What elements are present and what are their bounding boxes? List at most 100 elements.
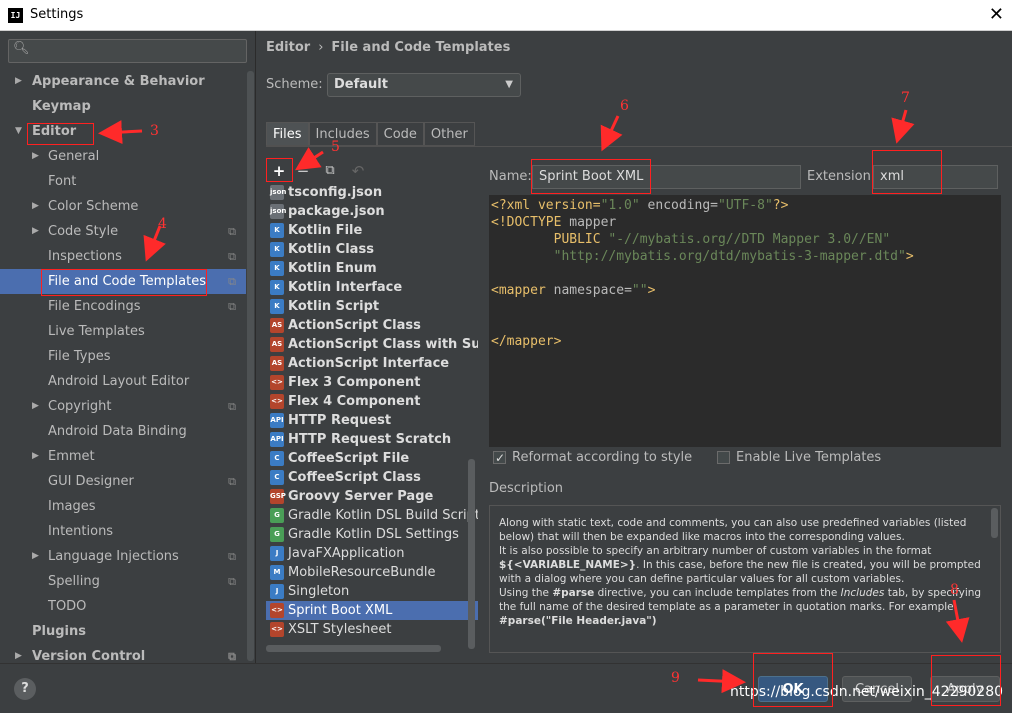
template-list-item[interactable]: json package.json [266,202,478,221]
chevron-right-icon[interactable]: ▶ [32,394,39,419]
file-type-icon: API [270,432,284,447]
template-list-item[interactable]: K Kotlin Class [266,240,478,259]
desc-text: It is also possible to specify an arbitr… [499,545,932,557]
template-list-item[interactable]: K Kotlin File [266,221,478,240]
chevron-right-icon[interactable]: ▶ [32,444,39,469]
code-token: </mapper> [491,334,562,349]
chevron-down-icon[interactable]: ▼ [15,119,22,144]
chevron-right-icon[interactable]: ▶ [15,69,22,94]
file-type-icon: <> [270,603,284,618]
code-token: <mapper [491,283,554,298]
scheme-select[interactable]: Default ▼ [327,73,521,97]
template-list-item[interactable]: C CoffeeScript File [266,449,478,468]
template-list-item[interactable]: G Gradle Kotlin DSL Build Script [266,506,478,525]
sidebar-item-images[interactable]: Images [0,494,246,519]
template-list-item[interactable]: <> Sprint Boot XML [266,601,478,620]
tab-files[interactable]: Files [266,122,309,145]
sidebar-item-general[interactable]: ▶ General [0,144,246,169]
annotation-number-9: 9 [671,670,680,686]
code-token: > [647,283,656,298]
sidebar-item-spelling[interactable]: Spelling ⧉ [0,569,246,594]
close-icon[interactable]: ✕ [989,4,1004,25]
desc-text: Using the [499,587,553,599]
sidebar-item-file-types[interactable]: File Types [0,344,246,369]
sidebar-item-inspections[interactable]: Inspections ⧉ [0,244,246,269]
template-list-item[interactable]: <> XSLT Stylesheet [266,620,478,639]
remove-template-button[interactable]: − [291,159,315,183]
tab-code[interactable]: Code [376,122,424,145]
template-code-editor[interactable]: <?xml version="1.0" encoding="UTF-8"?> <… [489,195,1001,447]
template-label: Sprint Boot XML [288,603,393,618]
chevron-right-icon[interactable]: ▶ [32,194,39,219]
breadcrumb-separator: › [318,40,324,55]
template-list-item[interactable]: G Gradle Kotlin DSL Settings [266,525,478,544]
sidebar-item-copyright[interactable]: ▶ Copyright ⧉ [0,394,246,419]
description-panel: Along with static text, code and comment… [489,505,1001,653]
sidebar-item-live-templates[interactable]: Live Templates [0,319,246,344]
sidebar-item-font[interactable]: Font [0,169,246,194]
sidebar-item-appearance-behavior[interactable]: ▶ Appearance & Behavior [0,69,246,94]
sidebar-item-keymap[interactable]: Keymap [0,94,246,119]
live-templates-option[interactable]: Enable Live Templates [717,449,881,467]
file-type-icon: K [270,280,284,295]
template-label: Kotlin Interface [288,280,403,295]
template-list-item[interactable]: GSP Groovy Server Page [266,487,478,506]
template-list-item[interactable]: API HTTP Request Scratch [266,430,478,449]
template-list-item[interactable]: AS ActionScript Class with Supers [266,335,478,354]
code-token: "" [631,283,648,298]
sidebar-item-android-data-binding[interactable]: Android Data Binding [0,419,246,444]
template-list-vscroll[interactable] [468,459,475,649]
chevron-right-icon[interactable]: ▶ [32,544,39,569]
live-templates-checkbox[interactable] [717,451,730,464]
annotation-box-templates [41,269,207,296]
sidebar-item-code-style[interactable]: ▶ Code Style ⧉ [0,219,246,244]
annotation-number-8: 8 [950,582,959,598]
template-list-item[interactable]: K Kotlin Interface [266,278,478,297]
chevron-right-icon[interactable]: ▶ [32,144,39,169]
template-label: ActionScript Interface [288,356,450,371]
template-list-item[interactable]: <> Flex 4 Component [266,392,478,411]
copy-template-button[interactable]: ⧉ [318,159,342,183]
reformat-option[interactable]: Reformat according to style [493,449,692,467]
description-scrollbar[interactable] [991,508,998,538]
sidebar-item-language-injections[interactable]: ▶ Language Injections ⧉ [0,544,246,569]
sidebar-item-color-scheme[interactable]: ▶ Color Scheme [0,194,246,219]
file-type-icon: K [270,261,284,276]
sidebar-scrollbar[interactable] [247,71,254,661]
sidebar-item-label: Inspections [48,249,122,264]
sidebar-item-emmet[interactable]: ▶ Emmet [0,444,246,469]
template-list-item[interactable]: API HTTP Request [266,411,478,430]
template-list-item[interactable]: K Kotlin Script [266,297,478,316]
sidebar-item-label: Copyright [48,399,112,414]
reset-template-button[interactable]: ↶ [346,159,370,183]
annotation-box-add [266,158,293,182]
sidebar-item-android-layout-editor[interactable]: Android Layout Editor [0,369,246,394]
template-list-item[interactable]: AS ActionScript Interface [266,354,478,373]
template-list-item[interactable]: C CoffeeScript Class [266,468,478,487]
tab-includes[interactable]: Includes [308,122,377,145]
reformat-checkbox[interactable] [493,449,506,467]
template-list-item[interactable]: K Kotlin Enum [266,259,478,278]
tab-other[interactable]: Other [423,122,475,145]
settings-search-input[interactable]: 🔍︎ [8,39,247,63]
sidebar-item-label: Language Injections [48,549,179,564]
template-list-item[interactable]: AS ActionScript Class [266,316,478,335]
sidebar-item-gui-designer[interactable]: GUI Designer ⧉ [0,469,246,494]
help-button[interactable]: ? [14,678,36,700]
file-type-icon: <> [270,375,284,390]
sidebar-item-todo[interactable]: TODO [0,594,246,619]
file-type-icon: J [270,546,284,561]
sidebar-item-intentions[interactable]: Intentions [0,519,246,544]
template-list-item[interactable]: json tsconfig.json [266,183,478,202]
template-label: Flex 3 Component [288,375,421,390]
chevron-right-icon[interactable]: ▶ [32,219,39,244]
sidebar-item-plugins[interactable]: Plugins [0,619,246,644]
window-title: Settings [30,7,84,22]
template-list-item[interactable]: M MobileResourceBundle [266,563,478,582]
template-list-item[interactable]: J Singleton [266,582,478,601]
template-list-hscroll[interactable] [266,645,441,652]
template-list-item[interactable]: J JavaFXApplication [266,544,478,563]
sidebar-item-file-encodings[interactable]: File Encodings ⧉ [0,294,246,319]
template-list-item[interactable]: <> Flex 3 Component [266,373,478,392]
live-templates-label: Enable Live Templates [736,450,882,465]
